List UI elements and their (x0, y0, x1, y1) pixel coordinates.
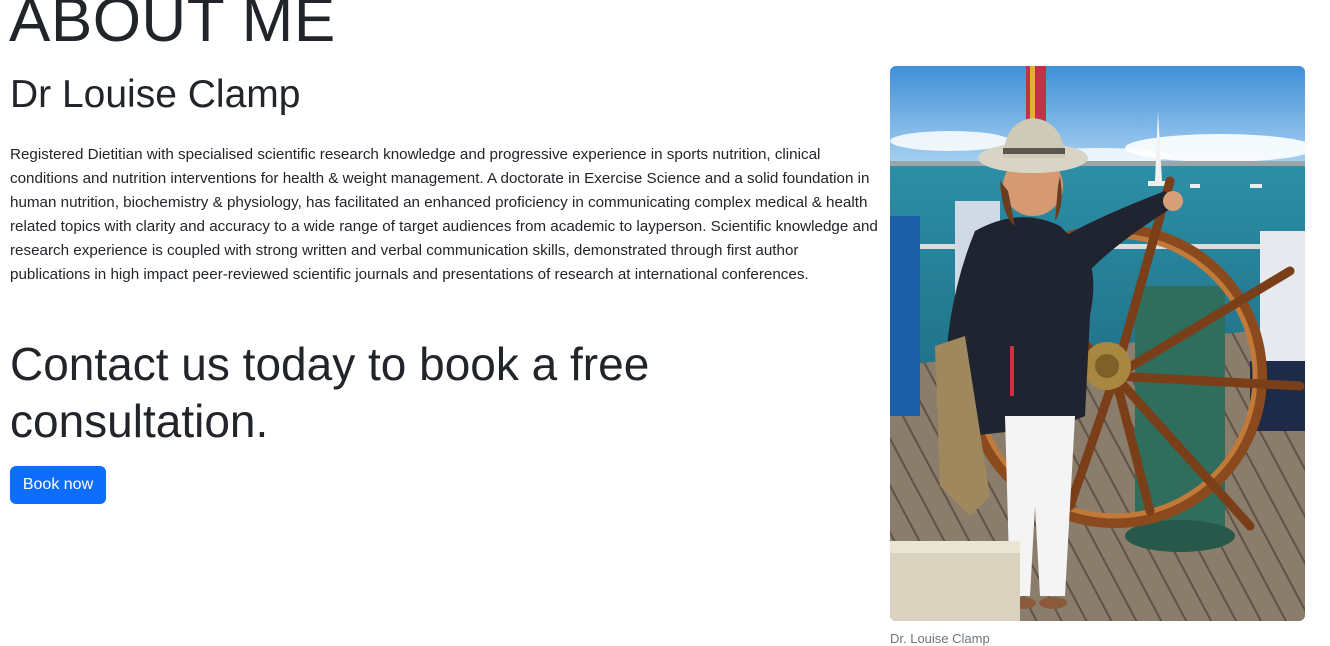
bio-paragraph: Registered Dietitian with specialised sc… (10, 146, 878, 283)
book-now-button[interactable]: Book now (10, 466, 106, 504)
page-title: ABOUT ME (9, 0, 336, 55)
photo-caption: Dr. Louise Clamp (890, 631, 990, 646)
about-page: ABOUT ME Dr Louise Clamp Registered Diet… (0, 0, 1330, 646)
profile-figure: Dr. Louise Clamp (890, 66, 1305, 646)
person-name: Dr Louise Clamp (10, 73, 301, 116)
profile-photo (890, 66, 1305, 621)
contact-heading: Contact us today to book a free consulta… (10, 338, 650, 447)
